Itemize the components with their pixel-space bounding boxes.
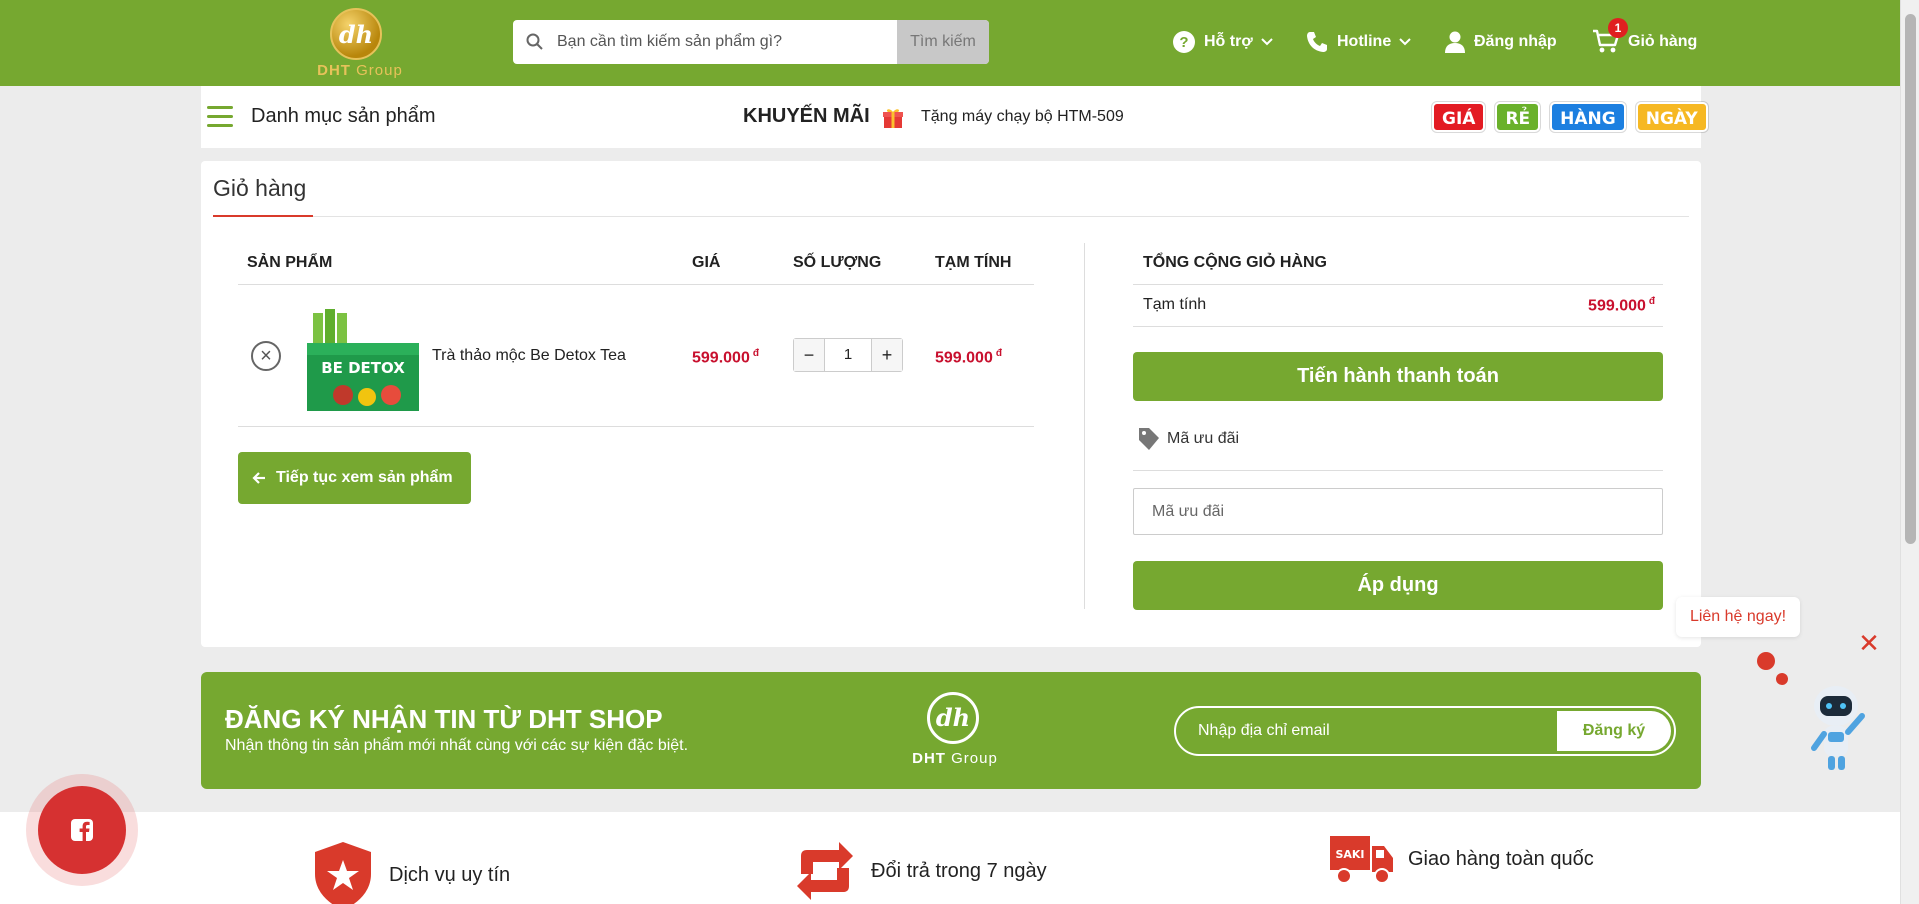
col-subtotal: TẠM TÍNH: [935, 254, 1012, 271]
menu-icon[interactable]: [207, 106, 233, 128]
col-quantity: SỐ LƯỢNG: [793, 254, 882, 271]
subtotal-label: Tạm tính: [1143, 296, 1207, 313]
search-input[interactable]: [557, 20, 907, 64]
decrease-quantity-button[interactable]: −: [794, 339, 824, 371]
cart-panel: Giỏ hàng SẢN PHẨM GIÁ SỐ LƯỢNG TẠM TÍNH …: [201, 161, 1701, 647]
top-header: dh DHT Group Tìm kiếm ? Hỗ trợ Hotline Đ…: [0, 0, 1900, 86]
tag-icon: [1139, 428, 1159, 450]
chevron-down-icon: [1260, 38, 1273, 46]
quantity-input[interactable]: 1: [824, 339, 872, 371]
newsletter-logo: dh DHT Group: [905, 692, 1005, 772]
hotline-menu[interactable]: Hotline: [1305, 26, 1419, 58]
user-icon: [1445, 31, 1465, 53]
title-underline: [213, 215, 313, 217]
feature-item: Dịch vụ uy tín: [311, 840, 510, 904]
delivery-truck-icon: SAKI: [1330, 836, 1393, 884]
col-product: SẢN PHẨM: [247, 254, 333, 271]
newsletter-section: ĐĂNG KÝ NHẬN TIN TỪ DHT SHOP Nhận thông …: [201, 672, 1701, 789]
facebook-icon: [71, 819, 93, 841]
newsletter-subtitle: Nhận thông tin sản phẩm mới nhất cùng vớ…: [225, 737, 689, 754]
svg-text:?: ?: [1179, 34, 1188, 51]
tag-ngay: NGÀY: [1635, 102, 1708, 132]
close-icon[interactable]: ✕: [1858, 630, 1880, 656]
newsletter-form: Đăng ký: [1174, 706, 1676, 756]
quantity-stepper: − 1 +: [793, 338, 903, 372]
item-price: 599.000 đ: [692, 348, 759, 367]
continue-shopping-button[interactable]: Tiếp tục xem sản phẩm: [238, 452, 471, 504]
feature-item: Đổi trả trong 7 ngày: [793, 840, 1047, 902]
category-menu-label[interactable]: Danh mục sản phẩm: [251, 105, 436, 128]
chevron-down-icon: [1399, 38, 1411, 46]
coupon-heading: Mã ưu đãi: [1137, 426, 1239, 452]
newsletter-title: ĐĂNG KÝ NHẬN TIN TỪ DHT SHOP: [225, 704, 663, 734]
cart-totals-title: TỔNG CỘNG GIỎ HÀNG: [1143, 254, 1327, 271]
tag-re: RẺ: [1495, 102, 1541, 132]
remove-item-button[interactable]: ×: [251, 341, 281, 371]
divider: [1133, 470, 1663, 471]
promo-text[interactable]: Tặng máy chạy bộ HTM-509: [921, 108, 1124, 126]
exchange-icon: [797, 842, 853, 900]
checkout-button[interactable]: Tiến hành thanh toán: [1133, 352, 1663, 401]
gift-icon: [883, 109, 903, 128]
divider: [1084, 243, 1085, 609]
contact-bubble[interactable]: Liên hệ ngay!: [1676, 597, 1800, 637]
search-bar: Tìm kiếm: [513, 20, 989, 64]
bubble-dot: [1776, 673, 1788, 685]
subscribe-button[interactable]: Đăng ký: [1557, 711, 1671, 751]
feature-item: SAKI Giao hàng toàn quốc: [1330, 834, 1594, 884]
coupon-input[interactable]: [1133, 488, 1663, 535]
product-name[interactable]: Trà thảo mộc Be Detox Tea: [432, 347, 626, 365]
divider: [1133, 284, 1663, 285]
help-circle-icon: ?: [1173, 31, 1195, 53]
item-subtotal: 599.000 đ: [935, 348, 1002, 367]
features-bar: Dịch vụ uy tín Đổi trả trong 7 ngày SAKI…: [0, 812, 1900, 904]
category-bar: Danh mục sản phẩm KHUYẾN MÃI Tặng máy ch…: [201, 86, 1708, 148]
support-menu[interactable]: ? Hỗ trợ: [1172, 26, 1281, 58]
divider: [238, 284, 1034, 285]
site-logo[interactable]: dh DHT Group: [308, 4, 408, 80]
subtotal-value: 599.000 đ: [1588, 296, 1655, 315]
divider: [1133, 326, 1663, 327]
shield-star-icon: [315, 842, 371, 904]
page-scrollbar[interactable]: [1900, 0, 1919, 904]
svg-text:SAKI: SAKI: [1335, 848, 1364, 861]
apply-coupon-button[interactable]: Áp dụng: [1133, 561, 1663, 610]
promo-title: KHUYẾN MÃI: [743, 105, 870, 127]
col-price: GIÁ: [692, 254, 721, 271]
divider: [213, 216, 1689, 217]
phone-icon: [1307, 32, 1327, 52]
bubble-dot: [1757, 652, 1775, 670]
cart-link[interactable]: 1 Giỏ hàng: [1592, 18, 1697, 58]
facebook-float-button[interactable]: [26, 774, 138, 886]
chat-robot-icon[interactable]: [1796, 676, 1876, 776]
tag-gia: GIÁ: [1432, 102, 1486, 132]
price-tags-banner[interactable]: GIÁ RẺ HÀNG NGÀY: [1432, 101, 1718, 133]
product-image[interactable]: BE DETOX: [303, 303, 421, 415]
email-field[interactable]: [1198, 708, 1558, 754]
svg-text:BE DETOX: BE DETOX: [321, 359, 405, 377]
arrow-left-icon: [252, 472, 265, 484]
increase-quantity-button[interactable]: +: [872, 339, 902, 371]
scrollbar-thumb[interactable]: [1905, 14, 1916, 544]
search-icon: [526, 33, 543, 50]
tag-hang: HÀNG: [1550, 102, 1626, 132]
login-link[interactable]: Đăng nhập: [1444, 26, 1557, 58]
page-title: Giỏ hàng: [213, 175, 307, 201]
divider: [238, 426, 1034, 427]
search-button[interactable]: Tìm kiếm: [897, 20, 989, 64]
cart-count-badge: 1: [1608, 18, 1628, 38]
